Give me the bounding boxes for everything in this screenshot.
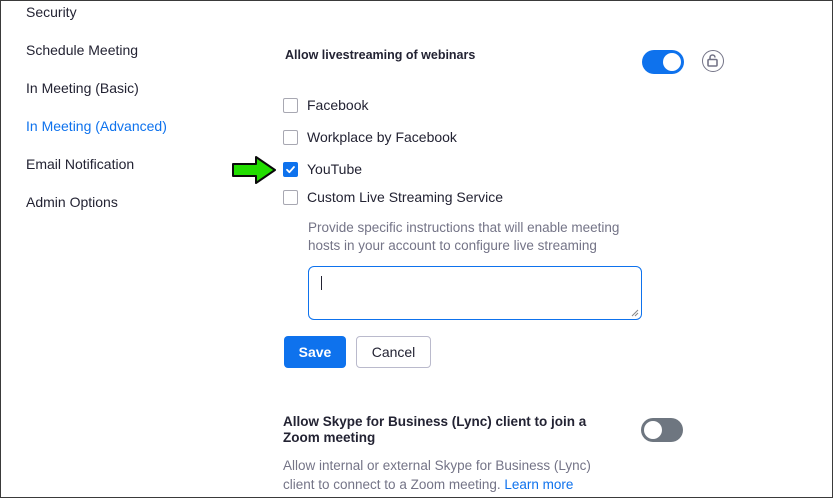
custom-streaming-help-text: Provide specific instructions that will …	[308, 220, 620, 253]
checkbox-facebook[interactable]	[283, 97, 298, 113]
save-button[interactable]: Save	[284, 336, 346, 368]
checkbox-youtube[interactable]	[283, 161, 298, 177]
custom-streaming-instructions-input[interactable]	[308, 266, 642, 320]
checkbox-youtube-row[interactable]: YouTube	[283, 160, 362, 178]
skype-toggle[interactable]	[641, 418, 683, 442]
toggle-knob	[663, 53, 681, 71]
text-caret	[321, 276, 322, 290]
checkmark-icon	[286, 165, 295, 173]
sidebar-item-email-notification[interactable]: Email Notification	[26, 156, 134, 172]
checkbox-label: Custom Live Streaming Service	[307, 189, 504, 205]
checkbox-workplace-by-facebook[interactable]	[283, 129, 298, 145]
learn-more-link[interactable]: Learn more	[504, 477, 573, 492]
sidebar-item-schedule-meeting[interactable]: Schedule Meeting	[26, 42, 138, 58]
resize-handle-icon[interactable]	[631, 309, 639, 317]
skype-setting-title: Allow Skype for Business (Lync) client t…	[283, 414, 587, 445]
livestream-setting-title: Allow livestreaming of webinars	[285, 48, 476, 62]
checkbox-facebook-row[interactable]: Facebook	[283, 96, 368, 114]
checkbox-custom-live-streaming[interactable]	[283, 189, 298, 205]
green-arrow-annotation-icon	[232, 156, 276, 184]
livestream-toggle[interactable]	[642, 50, 684, 74]
checkbox-custom-row[interactable]: Custom Live Streaming Service	[283, 188, 503, 206]
unlock-icon[interactable]	[702, 50, 724, 72]
skype-setting-description: Allow internal or external Skype for Bus…	[283, 456, 613, 494]
sidebar-item-admin-options[interactable]: Admin Options	[26, 194, 118, 210]
checkbox-label: Workplace by Facebook	[307, 129, 457, 145]
checkbox-label: Facebook	[307, 97, 369, 113]
cancel-button[interactable]: Cancel	[356, 336, 431, 368]
sidebar-item-in-meeting-basic[interactable]: In Meeting (Basic)	[26, 80, 139, 96]
checkbox-label: YouTube	[307, 161, 363, 177]
sidebar-item-security[interactable]: Security	[26, 4, 77, 20]
checkbox-workplace-row[interactable]: Workplace by Facebook	[283, 128, 457, 146]
sidebar-item-in-meeting-advanced[interactable]: In Meeting (Advanced)	[26, 118, 167, 134]
toggle-knob	[644, 421, 662, 439]
